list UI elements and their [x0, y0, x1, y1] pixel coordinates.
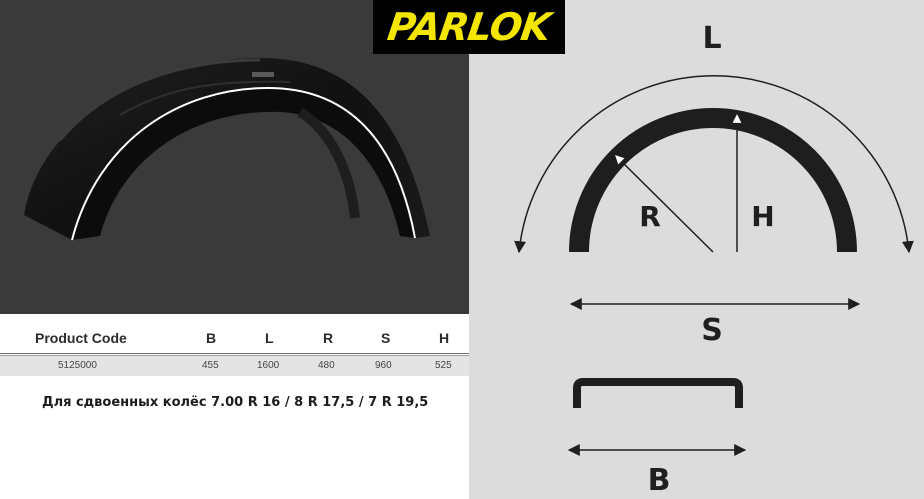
radius-line — [615, 155, 714, 253]
width-profile — [573, 378, 743, 408]
dimension-drawing: L R H S B — [514, 21, 914, 498]
header-h: H — [439, 330, 450, 346]
cell-product-code: 5125000 — [58, 360, 97, 371]
fitment-note: Для сдвоенных колёс 7.00 R 16 / 8 R 17,5… — [42, 395, 429, 410]
label-R: R — [639, 200, 661, 233]
label-H: H — [751, 200, 774, 233]
cell-l: 1600 — [257, 360, 280, 371]
cell-h: 525 — [435, 360, 452, 371]
table-header: Product Code B L R S H — [0, 314, 469, 353]
header-b: B — [206, 330, 217, 346]
cell-r: 480 — [318, 360, 335, 371]
spec-table: Product Code B L R S H 5125000 455 1600 … — [0, 314, 469, 376]
dimension-diagram: L R H S B — [469, 0, 924, 499]
header-l: L — [265, 330, 274, 346]
parlok-logo: PARLOK — [373, 0, 565, 54]
cell-s: 960 — [375, 360, 392, 371]
logo-text: PARLOK — [385, 5, 553, 49]
label-B: B — [648, 463, 671, 498]
table-divider — [0, 353, 469, 354]
header-s: S — [381, 330, 391, 346]
header-r: R — [323, 330, 334, 346]
table-row: 5125000 455 1600 480 960 525 — [0, 356, 469, 376]
label-S: S — [701, 313, 723, 348]
fender-profile — [569, 108, 857, 253]
header-product-code: Product Code — [35, 330, 127, 346]
cell-b: 455 — [202, 360, 219, 371]
label-L: L — [702, 21, 721, 56]
